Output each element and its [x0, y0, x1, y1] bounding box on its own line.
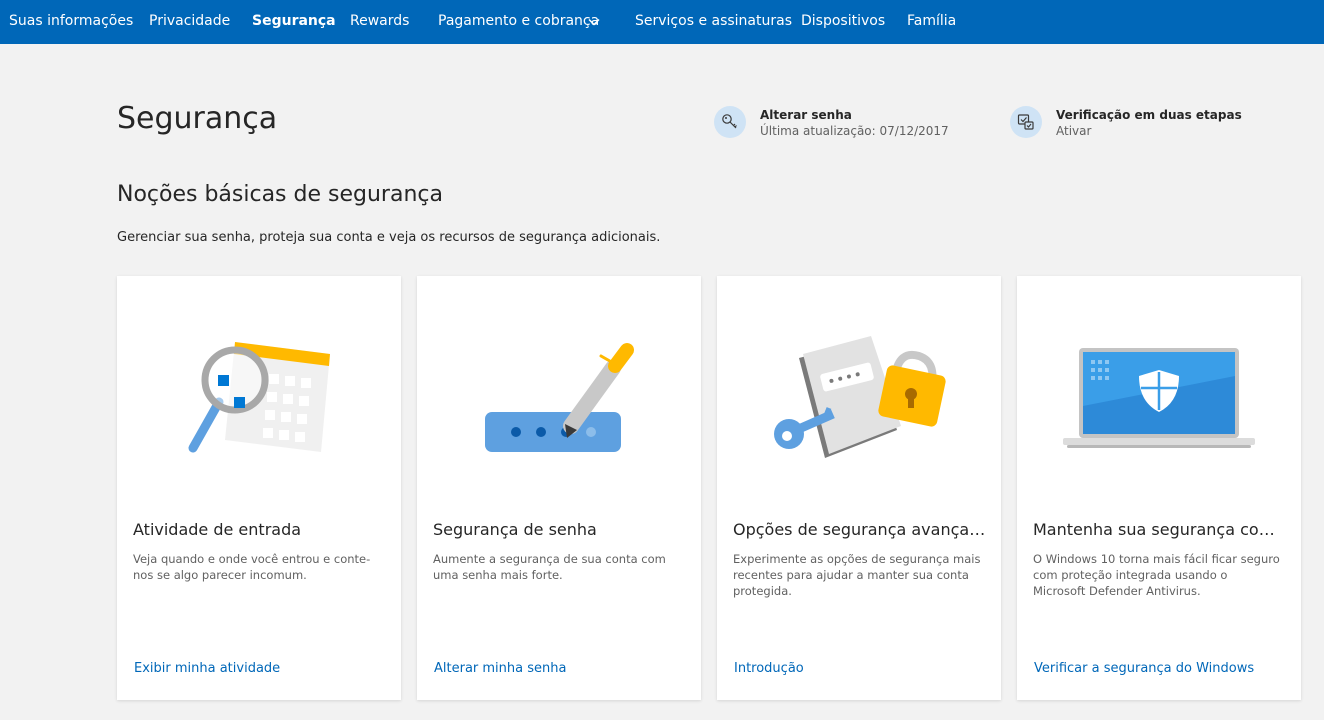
view-activity-link[interactable]: Exibir minha atividade	[134, 661, 280, 676]
lock-key-illustration	[774, 336, 946, 458]
two-step-verification-status: Ativar	[1056, 124, 1092, 138]
calendar-magnifier-illustration	[188, 342, 330, 453]
card-title: Segurança de senha	[433, 520, 597, 539]
password-pen-illustration	[485, 343, 634, 452]
nav-item-suas-informacoes[interactable]: Suas informações	[9, 0, 133, 44]
nav-item-seguranca[interactable]: Segurança	[252, 0, 336, 44]
card-title: Mantenha sua segurança com o...	[1033, 520, 1289, 539]
card-title: Atividade de entrada	[133, 520, 302, 539]
change-password-link[interactable]: Alterar minha senha	[434, 661, 566, 676]
card-description: Veja quando e onde você entrou e conte-n…	[133, 552, 371, 582]
section-title: Noções básicas de segurança	[117, 182, 443, 207]
chevron-down-icon[interactable]	[587, 15, 601, 29]
section-description: Gerenciar sua senha, proteja sua conta e…	[117, 230, 661, 245]
nav-item-privacidade[interactable]: Privacidade	[149, 0, 230, 44]
card-windows-security: Mantenha sua segurança com o... O Window…	[1017, 276, 1301, 700]
card-sign-in-activity: Atividade de entrada Veja quando e onde …	[117, 276, 401, 700]
laptop-shield-illustration	[1063, 348, 1255, 448]
change-password-link[interactable]: Alterar senha Última atualização: 07/12/…	[714, 104, 949, 140]
two-step-verification-link[interactable]: Verificação em duas etapas Ativar	[1010, 104, 1242, 140]
card-password-security: Segurança de senha Aumente a segurança d…	[417, 276, 701, 700]
check-windows-security-link[interactable]: Verificar a segurança do Windows	[1034, 661, 1254, 676]
card-advanced-security: Opções de segurança avançadas Experiment…	[717, 276, 1001, 700]
nav-item-rewards[interactable]: Rewards	[350, 0, 409, 44]
nav-item-servicos-e-assinaturas[interactable]: Serviços e assinaturas	[635, 0, 792, 44]
card-title: Opções de segurança avançadas	[733, 520, 989, 539]
get-started-link[interactable]: Introdução	[734, 661, 804, 676]
two-step-verification-title: Verificação em duas etapas	[1056, 108, 1242, 122]
top-navigation: Suas informações Privacidade Segurança R…	[0, 0, 1324, 44]
change-password-title: Alterar senha	[760, 108, 852, 122]
card-description: O Windows 10 torna mais fácil ficar segu…	[1033, 552, 1280, 598]
card-description: Aumente a segurança de sua conta com uma…	[433, 552, 666, 582]
nav-item-pagamento-e-cobranca[interactable]: Pagamento e cobrança	[438, 0, 599, 44]
card-description: Experimente as opções de segurança mais …	[733, 552, 981, 598]
two-step-verification-icon	[1010, 106, 1042, 138]
nav-item-label: Pagamento e cobrança	[438, 13, 600, 29]
nav-item-dispositivos[interactable]: Dispositivos	[801, 0, 885, 44]
nav-item-familia[interactable]: Família	[907, 0, 956, 44]
key-icon	[714, 106, 746, 138]
change-password-last-updated: Última atualização: 07/12/2017	[760, 124, 949, 138]
page-title: Segurança	[117, 101, 278, 136]
